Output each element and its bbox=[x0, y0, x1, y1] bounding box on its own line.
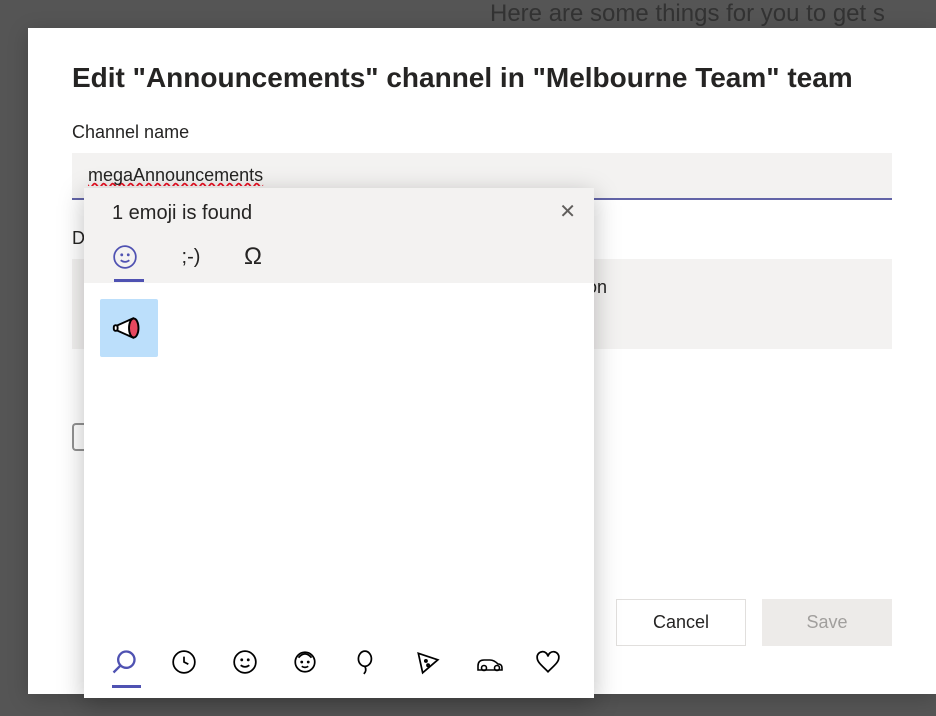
channel-name-input[interactable] bbox=[88, 165, 876, 186]
cancel-button[interactable]: Cancel bbox=[616, 599, 746, 646]
person-icon bbox=[292, 649, 318, 675]
category-smileys[interactable] bbox=[232, 649, 265, 675]
background-page-text: Here are some things for you to get s bbox=[490, 0, 885, 28]
category-travel[interactable] bbox=[475, 651, 508, 673]
emoji-category-bar bbox=[84, 636, 594, 698]
heart-icon bbox=[535, 649, 561, 675]
emoji-type-tabs: ;-) Ω bbox=[112, 243, 574, 283]
category-objects[interactable] bbox=[535, 649, 568, 675]
category-food[interactable] bbox=[353, 649, 386, 675]
dialog-title: Edit "Announcements" channel in "Melbour… bbox=[72, 62, 892, 94]
pizza-icon bbox=[414, 649, 440, 675]
emoji-picker-header: ✕ 1 emoji is found ;-) Ω bbox=[84, 188, 594, 283]
emoji-search-status: 1 emoji is found bbox=[112, 202, 574, 225]
channel-name-label: Channel name bbox=[72, 122, 892, 143]
close-icon[interactable]: ✕ bbox=[559, 202, 576, 222]
dialog-actions: Cancel Save bbox=[616, 599, 892, 646]
clock-icon bbox=[171, 649, 197, 675]
category-search[interactable] bbox=[110, 648, 143, 676]
emoji-results bbox=[84, 283, 594, 636]
car-icon bbox=[475, 651, 505, 673]
tab-emoticon[interactable]: ;-) bbox=[174, 246, 208, 269]
search-icon bbox=[110, 648, 138, 676]
tab-emoji[interactable] bbox=[112, 244, 146, 270]
category-people[interactable] bbox=[292, 649, 325, 675]
smiley-icon bbox=[112, 244, 138, 270]
balloon-icon bbox=[353, 649, 379, 675]
smiley-icon bbox=[232, 649, 258, 675]
emoji-picker: ✕ 1 emoji is found ;-) Ω bbox=[84, 188, 594, 698]
category-activity[interactable] bbox=[414, 649, 447, 675]
tab-symbol[interactable]: Ω bbox=[236, 243, 270, 271]
save-button: Save bbox=[762, 599, 892, 646]
megaphone-icon bbox=[110, 309, 148, 347]
emoji-result-megaphone[interactable] bbox=[100, 299, 158, 357]
category-recent[interactable] bbox=[171, 649, 204, 675]
